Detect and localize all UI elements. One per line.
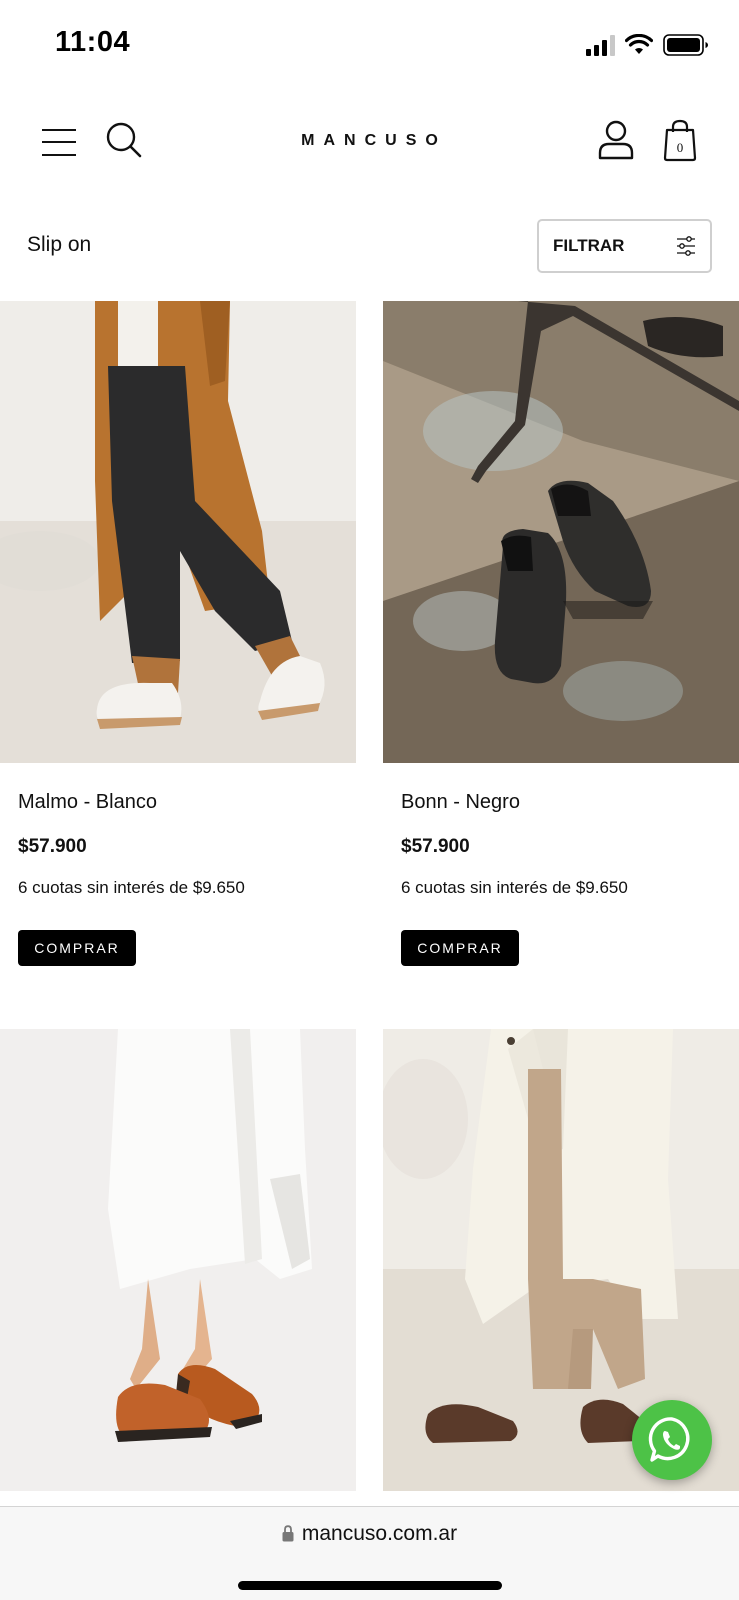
sliders-icon <box>677 236 695 256</box>
product-name[interactable]: Bonn - Negro <box>401 791 520 814</box>
site-header: MANCUSO 0 <box>0 110 739 180</box>
product-image[interactable] <box>0 301 356 763</box>
signal-icon <box>586 34 615 56</box>
product-price: $57.900 <box>18 836 87 857</box>
url-display[interactable]: mancuso.com.ar <box>0 1522 739 1546</box>
product-card: Malmo - Blanco $57.900 6 cuotas sin inte… <box>0 301 356 971</box>
product-price: $57.900 <box>401 836 470 857</box>
wifi-icon <box>625 34 653 54</box>
home-indicator[interactable] <box>238 1581 502 1590</box>
filter-label: FILTRAR <box>553 236 625 255</box>
whatsapp-button[interactable] <box>632 1400 712 1480</box>
url-text: mancuso.com.ar <box>301 1522 458 1545</box>
browser-address-bar[interactable]: mancuso.com.ar <box>0 1506 739 1600</box>
lock-icon <box>282 1525 294 1542</box>
product-image[interactable] <box>0 1029 356 1491</box>
whatsapp-icon <box>648 1417 690 1462</box>
user-icon[interactable] <box>596 118 636 162</box>
status-time: 11:04 <box>55 26 131 58</box>
product-image[interactable] <box>383 301 739 763</box>
product-installments: 6 cuotas sin interés de $9.650 <box>18 878 245 897</box>
product-installments: 6 cuotas sin interés de $9.650 <box>401 878 628 897</box>
cart-count: 0 <box>676 140 684 155</box>
filter-button[interactable]: FILTRAR <box>537 219 712 273</box>
status-icons <box>586 30 709 60</box>
product-card <box>0 1029 356 1491</box>
category-title: Slip on <box>27 233 92 256</box>
status-bar: 11:04 <box>0 0 739 90</box>
cart-button[interactable]: 0 <box>662 118 698 162</box>
product-name[interactable]: Malmo - Blanco <box>18 791 157 814</box>
product-card: Bonn - Negro $57.900 6 cuotas sin interé… <box>383 301 739 971</box>
battery-icon <box>663 34 708 56</box>
buy-button[interactable]: COMPRAR <box>401 930 519 966</box>
buy-button[interactable]: COMPRAR <box>18 930 136 966</box>
